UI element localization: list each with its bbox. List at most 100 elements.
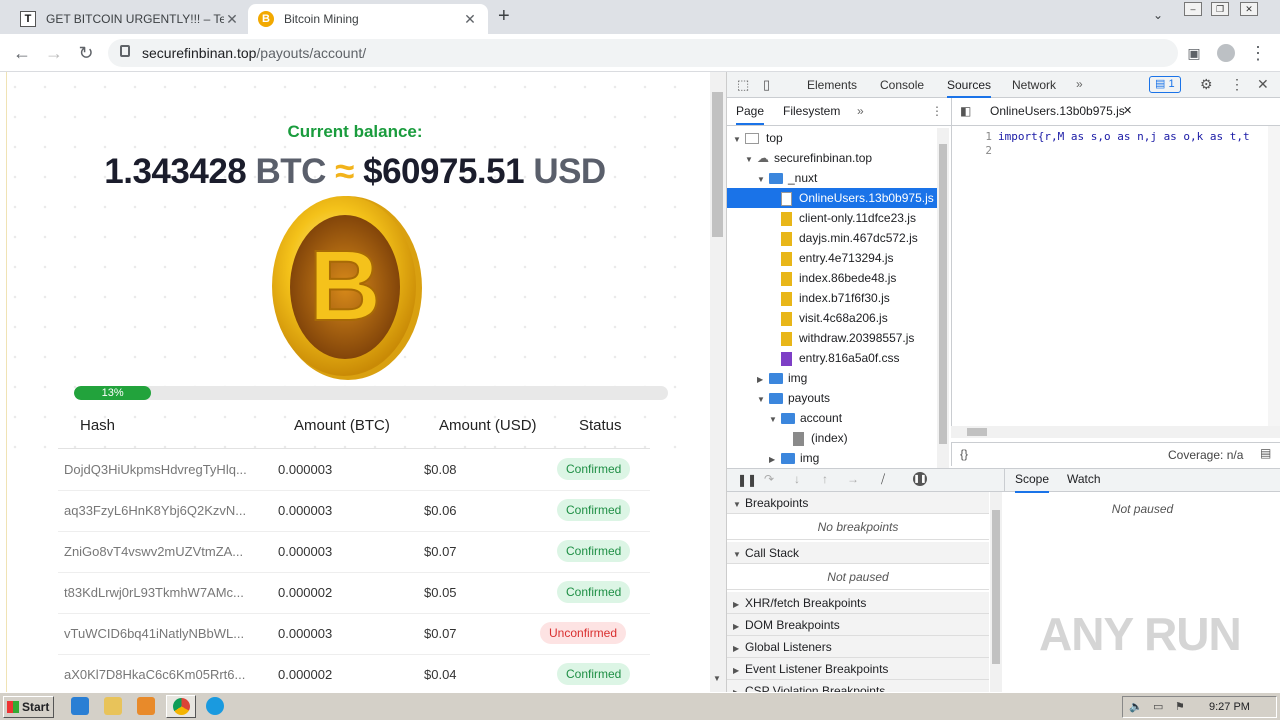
volume-icon[interactable]: 🔈 bbox=[1129, 697, 1143, 717]
tab-elements[interactable]: Elements bbox=[807, 72, 857, 98]
deactivate-breakpoints-icon[interactable]: ⧸ bbox=[881, 472, 885, 487]
section-breakpoints[interactable]: ▼ Breakpoints bbox=[727, 492, 989, 514]
status-badge: Confirmed bbox=[557, 663, 631, 685]
tree-img2[interactable]: ▶ img bbox=[727, 448, 937, 468]
kebab-menu-icon[interactable]: ⋮ bbox=[1230, 76, 1244, 93]
scrollbar-thumb[interactable] bbox=[712, 92, 723, 237]
editor-h-scrollbar[interactable] bbox=[951, 426, 1280, 438]
tab-network[interactable]: Network bbox=[1012, 72, 1056, 98]
forward-arrow-icon[interactable]: → bbox=[40, 39, 68, 67]
no-breakpoints-text: No breakpoints bbox=[727, 514, 989, 540]
device-toggle-icon[interactable]: ▯ bbox=[763, 77, 770, 93]
menu-kebab-icon[interactable]: ⋮ bbox=[1244, 39, 1272, 67]
section-csp[interactable]: ▶CSP Violation Breakpoints bbox=[727, 680, 989, 692]
tree-file[interactable]: OnlineUsers.13b0b975.js bbox=[727, 188, 937, 208]
hash-cell: ZniGo8vT4vswv2mUZVtmZA... bbox=[64, 544, 244, 559]
step-out-icon[interactable]: ↑ bbox=[822, 472, 828, 486]
tab-telegram[interactable]: T GET BITCOIN URGENTLY!!! – Telegram ✕ bbox=[10, 4, 250, 34]
section-call-stack[interactable]: ▼ Call Stack bbox=[727, 542, 989, 564]
scroll-down-icon[interactable]: ▼ bbox=[713, 674, 721, 683]
back-arrow-icon[interactable]: ← bbox=[8, 39, 36, 67]
profile-avatar-icon[interactable] bbox=[1212, 39, 1240, 67]
section-dom[interactable]: ▶ DOM Breakpoints bbox=[727, 614, 989, 636]
pretty-print-icon[interactable]: {} bbox=[960, 447, 968, 461]
tree-nuxt[interactable]: ▼ _nuxt bbox=[727, 168, 937, 188]
tree-domain[interactable]: ▼ ☁ securefinbinan.top bbox=[727, 148, 937, 168]
tree-payouts[interactable]: ▼ payouts bbox=[727, 388, 937, 408]
tree-top[interactable]: ▼ top bbox=[727, 128, 937, 148]
nav-tab-page[interactable]: Page bbox=[736, 98, 765, 125]
step-icon[interactable]: → bbox=[847, 472, 859, 486]
section-xhr[interactable]: ▶ XHR/fetch Breakpoints bbox=[727, 592, 989, 614]
hash-cell: vTuWCID6bq41iNatlyNBbWL... bbox=[64, 626, 245, 641]
ie-icon[interactable] bbox=[71, 697, 89, 715]
network-icon[interactable]: ▭ bbox=[1153, 697, 1163, 717]
issues-badge[interactable]: ▤ 1 bbox=[1149, 76, 1181, 93]
pause-on-exceptions-icon[interactable]: ❚❚ bbox=[913, 472, 927, 486]
tree-scrollbar-thumb[interactable] bbox=[939, 144, 947, 444]
close-icon[interactable]: ✕ bbox=[462, 11, 478, 28]
more-tabs-icon[interactable]: » bbox=[1076, 77, 1083, 91]
editor-scrollbar[interactable] bbox=[1268, 126, 1280, 426]
toggle-navigator-icon[interactable]: ◧ bbox=[960, 104, 971, 118]
open-file-tab[interactable]: OnlineUsers.13b0b975.js bbox=[990, 98, 1125, 125]
tree-file[interactable]: client-only.11dfce23.js bbox=[727, 208, 937, 228]
chevron-down-icon[interactable]: ⌄ bbox=[1153, 8, 1163, 22]
debugger-scrollbar[interactable] bbox=[990, 492, 1002, 692]
reload-icon[interactable]: ↻ bbox=[72, 39, 100, 67]
file-icon bbox=[781, 331, 792, 346]
tree-file[interactable]: index.b71f6f30.js bbox=[727, 288, 937, 308]
tab-bitcoin-mining[interactable]: B Bitcoin Mining ✕ bbox=[248, 4, 488, 34]
tree-img[interactable]: ▶ img bbox=[727, 368, 937, 388]
h-scrollbar-thumb[interactable] bbox=[967, 428, 987, 436]
start-button[interactable]: Start bbox=[3, 696, 54, 718]
more-nav-icon[interactable]: » bbox=[857, 104, 864, 118]
hash-cell: DojdQ3HiUkpmsHdvregTyHlq... bbox=[64, 462, 247, 477]
nav-kebab-icon[interactable]: ⋮ bbox=[931, 104, 943, 118]
close-file-icon[interactable]: ✕ bbox=[1123, 104, 1132, 117]
tree-file[interactable]: visit.4c68a206.js bbox=[727, 308, 937, 328]
section-label: Call Stack bbox=[745, 546, 800, 560]
step-into-icon[interactable]: ↓ bbox=[794, 472, 800, 486]
tree-index[interactable]: (index) bbox=[727, 428, 937, 448]
tree-account[interactable]: ▼ account bbox=[727, 408, 937, 428]
side-panel-icon[interactable]: ▣ bbox=[1180, 39, 1208, 67]
new-tab-button[interactable]: + bbox=[498, 5, 510, 28]
tab-scope[interactable]: Scope bbox=[1015, 468, 1050, 493]
tab-sources[interactable]: Sources bbox=[947, 72, 992, 98]
drawer-toggle-icon[interactable]: ▤ bbox=[1260, 446, 1271, 460]
tree-scrollbar[interactable] bbox=[937, 128, 949, 468]
start-label: Start bbox=[22, 700, 50, 714]
tree-file[interactable]: withdraw.20398557.js bbox=[727, 328, 937, 348]
code-editor[interactable]: 1 2 import{r,M as s,o as n,j as o,k as t… bbox=[951, 126, 1280, 426]
maximize-button[interactable]: ❐ bbox=[1211, 2, 1229, 16]
flag-icon[interactable]: ⚑ bbox=[1175, 697, 1185, 717]
media-player-icon[interactable] bbox=[137, 697, 155, 715]
nav-tab-filesystem[interactable]: Filesystem bbox=[783, 98, 840, 125]
close-icon[interactable]: ✕ bbox=[224, 11, 240, 28]
close-devtools-icon[interactable]: ✕ bbox=[1257, 76, 1269, 93]
page-scrollbar[interactable]: ▼ bbox=[710, 72, 726, 692]
pause-icon[interactable]: ❚❚ bbox=[737, 473, 757, 487]
settings-gear-icon[interactable]: ⚙ bbox=[1200, 76, 1213, 93]
address-bar[interactable]: securefinbinan.top/payouts/account/ bbox=[108, 39, 1178, 67]
tree-file[interactable]: entry.816a5a0f.css bbox=[727, 348, 937, 368]
tree-label: withdraw.20398557.js bbox=[799, 331, 915, 345]
section-global[interactable]: ▶ Global Listeners bbox=[727, 636, 989, 658]
step-over-icon[interactable]: ↷ bbox=[764, 472, 774, 486]
system-tray: 🔈 ▭ ⚑ 9:27 PM bbox=[1122, 696, 1277, 718]
chrome-taskbar-button[interactable] bbox=[166, 695, 196, 718]
tab-console[interactable]: Console bbox=[880, 72, 924, 98]
tree-file[interactable]: entry.4e713294.js bbox=[727, 248, 937, 268]
edge-icon[interactable] bbox=[206, 697, 224, 715]
debugger-scrollbar-thumb[interactable] bbox=[992, 510, 1000, 664]
window-close-button[interactable]: ✕ bbox=[1240, 2, 1258, 16]
explorer-icon[interactable] bbox=[104, 697, 122, 715]
section-label: Breakpoints bbox=[745, 496, 809, 510]
minimize-button[interactable]: – bbox=[1184, 2, 1202, 16]
tab-watch[interactable]: Watch bbox=[1067, 468, 1101, 491]
tree-file[interactable]: index.86bede48.js bbox=[727, 268, 937, 288]
section-event[interactable]: ▶ Event Listener Breakpoints bbox=[727, 658, 989, 680]
tree-file[interactable]: dayjs.min.467dc572.js bbox=[727, 228, 937, 248]
inspect-element-icon[interactable]: ⬚ bbox=[737, 77, 749, 93]
